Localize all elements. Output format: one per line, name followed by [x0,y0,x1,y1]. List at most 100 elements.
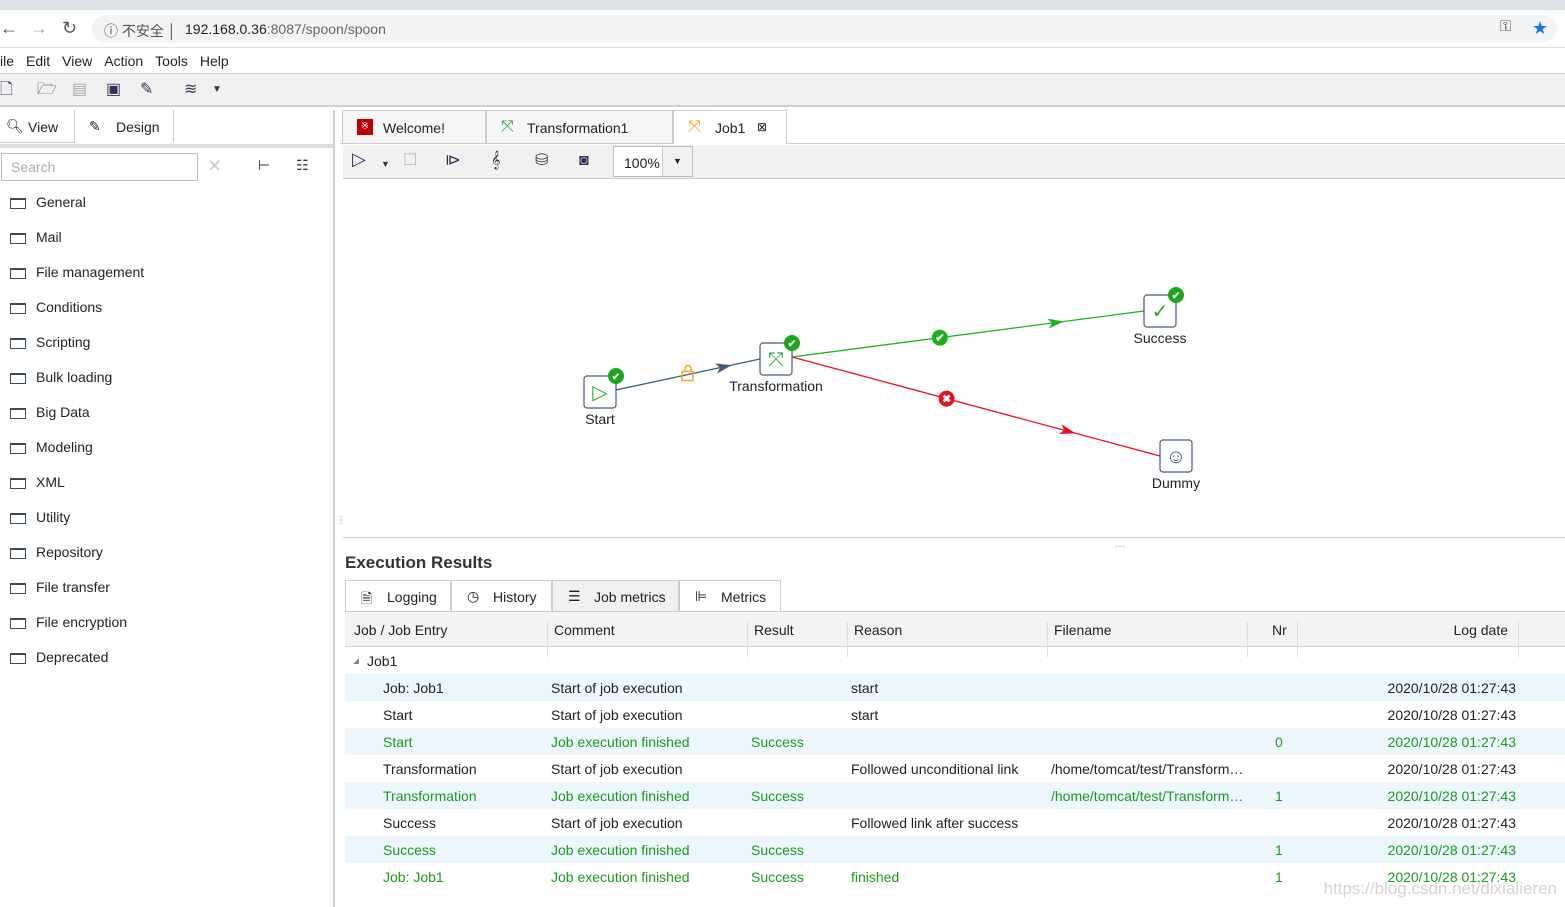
cell-date: 2020/10/28 01:27:43 [1387,734,1516,750]
logging-icon: 🗎 [361,590,373,606]
collapse-triangle-icon[interactable]: ◢ [353,656,359,665]
job-entry-label: Start [585,411,615,427]
table-row[interactable]: Job: Job1 Start of job execution start 2020… [345,674,1565,701]
folder-file-transfer[interactable]: File transfer [10,579,110,595]
stop-icon[interactable]: ☐ [403,152,417,170]
zoom-select[interactable]: 100% ▼ [613,146,693,177]
forward-icon[interactable]: → [30,18,48,39]
tab-welcome[interactable]: ※ Welcome! [342,110,486,144]
impact-icon[interactable]: ◙ [579,152,589,170]
reload-icon[interactable]: ↻ [62,18,77,39]
cell-nr: 1 [1275,788,1283,804]
table-row[interactable]: Start Start of job execution start 2020/10/… [345,701,1565,728]
layers-icon[interactable]: ≋ [184,81,197,99]
folder-xml[interactable]: XML [10,474,65,490]
folder-conditions[interactable]: Conditions [10,299,102,315]
back-icon[interactable]: ← [0,18,18,39]
folder-label: File encryption [36,614,128,630]
expand-tree-icon[interactable]: ⊢ [258,157,270,174]
url-text[interactable]: 192.168.0.36:8087/spoon/spoon [185,21,386,37]
job-canvas[interactable]: ✔ ✖ ▷ ✔ Start ⤧ ✔ Transformation ✓ ✔ Success ☺ Dummy [343,179,1565,538]
clear-search-icon[interactable]: ✕ [207,156,222,177]
job-entry-transformation[interactable]: ⤧ ✔ Transformation [729,335,823,394]
folder-label: General [36,194,86,210]
run-icon[interactable]: ▷ [352,150,366,168]
cell-date: 2020/10/28 01:27:43 [1387,815,1516,831]
job-toolbar: ▷ ▼ ☐ ⧐ 𝄞 ⛁ ◙ 100% ▼ [343,145,1565,179]
menu-edit[interactable]: Edit [26,53,50,69]
folder-bulk-loading[interactable]: Bulk loading [10,369,112,385]
table-row[interactable]: Transformation Job execution finished Succ… [345,782,1565,809]
job-entry-start[interactable]: ▷ ✔ Start [583,368,624,427]
folder-deprecated[interactable]: Deprecated [10,649,108,665]
menu-view[interactable]: View [62,53,92,69]
folder-file-encryption[interactable]: File encryption [10,614,127,630]
cell-reason: start [851,707,879,723]
chevron-down-icon[interactable]: ▼ [662,147,692,176]
explore-repository-icon[interactable]: ▤ [72,81,87,99]
insecure-label[interactable]: ⓘ 不安全 │ [104,21,177,41]
watermark: https://blog.csdn.net/dixialieren [1323,879,1557,898]
folder-repository[interactable]: Repository [10,544,103,560]
job-entry-dummy[interactable]: ☺ Dummy [1152,439,1200,491]
save-icon[interactable]: ▣ [106,81,121,99]
tab-job-metrics[interactable]: ☰ Job metrics [552,580,679,612]
cell-entry: Transformation [383,788,477,804]
cell-nr: 0 [1275,734,1283,750]
folder-modeling[interactable]: Modeling [10,439,93,455]
folder-big-data[interactable]: Big Data [10,404,90,420]
svg-text:✔: ✔ [1172,291,1180,302]
new-file-icon[interactable]: 🗋 [0,81,13,99]
tab-job1[interactable]: ⤧ Job1 ⊠ [673,110,787,144]
menu-file[interactable]: ile [0,53,14,69]
tab-design[interactable]: ✎ Design [75,110,174,143]
execution-results-title: Execution Results [345,553,493,572]
hop-failure[interactable]: ✖ [791,356,1161,457]
folder-file-management[interactable]: File management [10,264,144,280]
tab-view[interactable]: 🔍︎ View [0,110,75,143]
folder-mail[interactable]: Mail [10,229,62,245]
cell-date: 2020/10/28 01:27:43 [1387,761,1516,777]
replay-icon[interactable]: ⧐ [445,152,461,170]
menu-tools[interactable]: Tools [155,53,188,69]
search-input[interactable]: Search [1,153,198,181]
job-graph[interactable]: ✔✖▷✔Start⤧✔Transformation✓✔Success☺Dummy [343,179,1565,538]
menu-action[interactable]: Action [104,53,143,69]
job-entry-success[interactable]: ✓✔ Success [1134,287,1187,346]
folder-scripting[interactable]: Scripting [10,334,90,350]
star-icon[interactable]: ★ [1532,18,1548,39]
check-icon[interactable]: 𝄞 [491,152,500,170]
table-row[interactable]: Start Job execution finished Success 0 2020/… [345,728,1565,755]
key-icon[interactable]: ⚿ [1500,18,1511,35]
menu-help[interactable]: Help [200,53,229,69]
browser-tab-strip[interactable] [0,0,1565,10]
folder-label: Big Data [36,404,90,420]
results-tabs: 🗎 Logging ◷ History ☰ Job metrics ⊫ Metrics [345,580,1565,612]
close-tab-icon[interactable]: ⊠ [757,120,767,134]
cell-date: 2020/10/28 01:27:43 [1387,842,1516,858]
tab-metrics[interactable]: ⊫ Metrics [679,580,781,612]
open-file-icon[interactable]: 🗁 [37,81,57,99]
cell-result: Success [751,734,804,750]
cell-comment: Start of job execution [551,815,683,831]
folder-general[interactable]: General [10,194,86,210]
run-options-chevron-icon[interactable]: ▼ [381,155,390,173]
table-row[interactable]: Success Job execution finished Success 1 202… [345,836,1565,863]
table-row[interactable]: Transformation Start of job execution Foll… [345,755,1565,782]
tab-logging[interactable]: 🗎 Logging [345,580,451,612]
cell-comment: Start of job execution [551,761,683,777]
tree-root-row[interactable]: ◢ Job1 [345,647,1565,674]
chevron-down-icon[interactable]: ▼ [212,81,222,99]
cell-comment: Start of job execution [551,680,683,696]
hop-success[interactable]: ✔ [791,310,1145,358]
tab-history[interactable]: ◷ History [451,580,552,612]
save-as-icon[interactable]: ✎ [140,81,153,99]
sql-icon[interactable]: ⛁ [535,152,548,170]
tab-transformation1[interactable]: ⤧ Transformation1 [486,110,673,144]
collapse-tree-icon[interactable]: ☷ [296,157,309,174]
welcome-icon: ※ [357,119,373,135]
folder-utility[interactable]: Utility [10,509,70,525]
divider [0,144,333,148]
table-row[interactable]: Success Start of job execution Followed li… [345,809,1565,836]
resize-handle[interactable]: ··· [1115,541,1125,552]
